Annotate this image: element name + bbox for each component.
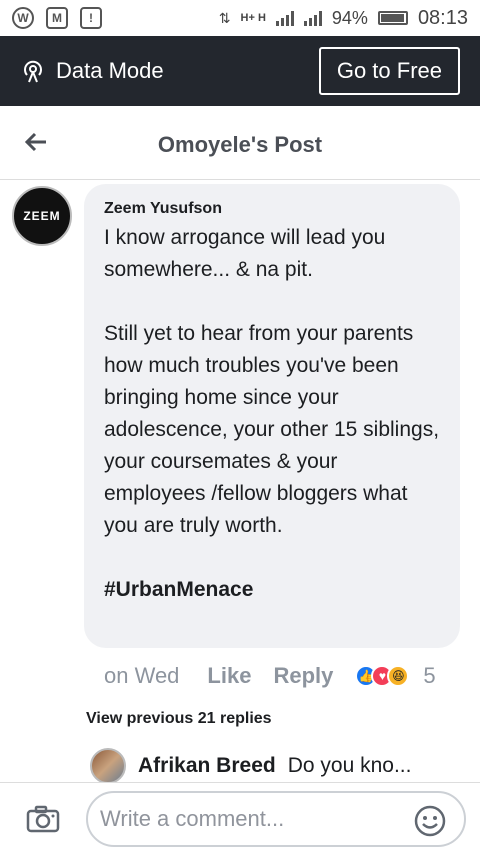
- emoji-icon[interactable]: [414, 805, 446, 837]
- reply-author[interactable]: Afrikan Breed: [138, 754, 276, 778]
- battery-percent: 94%: [331, 7, 368, 28]
- camera-icon[interactable]: [26, 805, 60, 833]
- comment-input[interactable]: [86, 791, 466, 847]
- reactions-summary[interactable]: 👍 ♥ 😆: [355, 665, 410, 687]
- reply-avatar[interactable]: [90, 748, 126, 784]
- signal-icon: [275, 10, 294, 26]
- notification-icon: !: [80, 7, 102, 29]
- avatar[interactable]: ZEEM: [12, 186, 72, 246]
- comment-paragraph: I know arrogance will lead you somewhere…: [104, 226, 386, 281]
- haha-reaction-icon: 😆: [387, 665, 410, 687]
- comment-author[interactable]: Zeem Yusufson: [104, 200, 442, 218]
- avatar-text: ZEEM: [23, 209, 61, 223]
- reply-button[interactable]: Reply: [273, 663, 333, 689]
- page-title: Omoyele's Post: [157, 132, 323, 157]
- battery-icon: [377, 11, 408, 25]
- signal-icon-2: [303, 10, 322, 26]
- data-mode-label: Data Mode: [56, 58, 164, 83]
- comment-composer: [0, 782, 480, 854]
- gmail-icon: M: [46, 7, 68, 29]
- go-to-free-button[interactable]: Go to Free: [318, 47, 460, 95]
- data-mode-bar: Data Mode Go to Free: [0, 36, 480, 106]
- network-type: H+ H: [240, 12, 266, 24]
- reaction-count[interactable]: 5: [423, 663, 435, 689]
- view-previous-replies-link[interactable]: View previous 21 replies: [86, 710, 272, 728]
- comment-bubble[interactable]: Zeem Yusufson I know arrogance will lead…: [84, 184, 460, 648]
- reply-preview[interactable]: Afrikan Breed Do you kno...: [90, 748, 450, 784]
- like-button[interactable]: Like: [207, 663, 251, 689]
- comment-paragraph: Still yet to hear from your parents how …: [104, 322, 440, 537]
- clock: 08:13: [417, 6, 468, 29]
- status-bar: W M ! ⇅ H+ H 94% 08:13: [0, 0, 480, 36]
- wordpress-icon: W: [12, 7, 34, 29]
- comment-timestamp: on Wed: [104, 663, 180, 688]
- reply-text: Do you kno...: [287, 754, 412, 777]
- data-mode-icon: [24, 60, 42, 83]
- post-header: Omoyele's Post: [0, 106, 480, 180]
- hashtag-link[interactable]: #UrbanMenace: [104, 574, 442, 606]
- comment-actions: on Wed Like Reply 👍 ♥ 😆 5: [104, 660, 474, 692]
- comment-body: I know arrogance will lead you somewhere…: [104, 222, 442, 606]
- vibrate-icon: ⇅: [218, 9, 231, 26]
